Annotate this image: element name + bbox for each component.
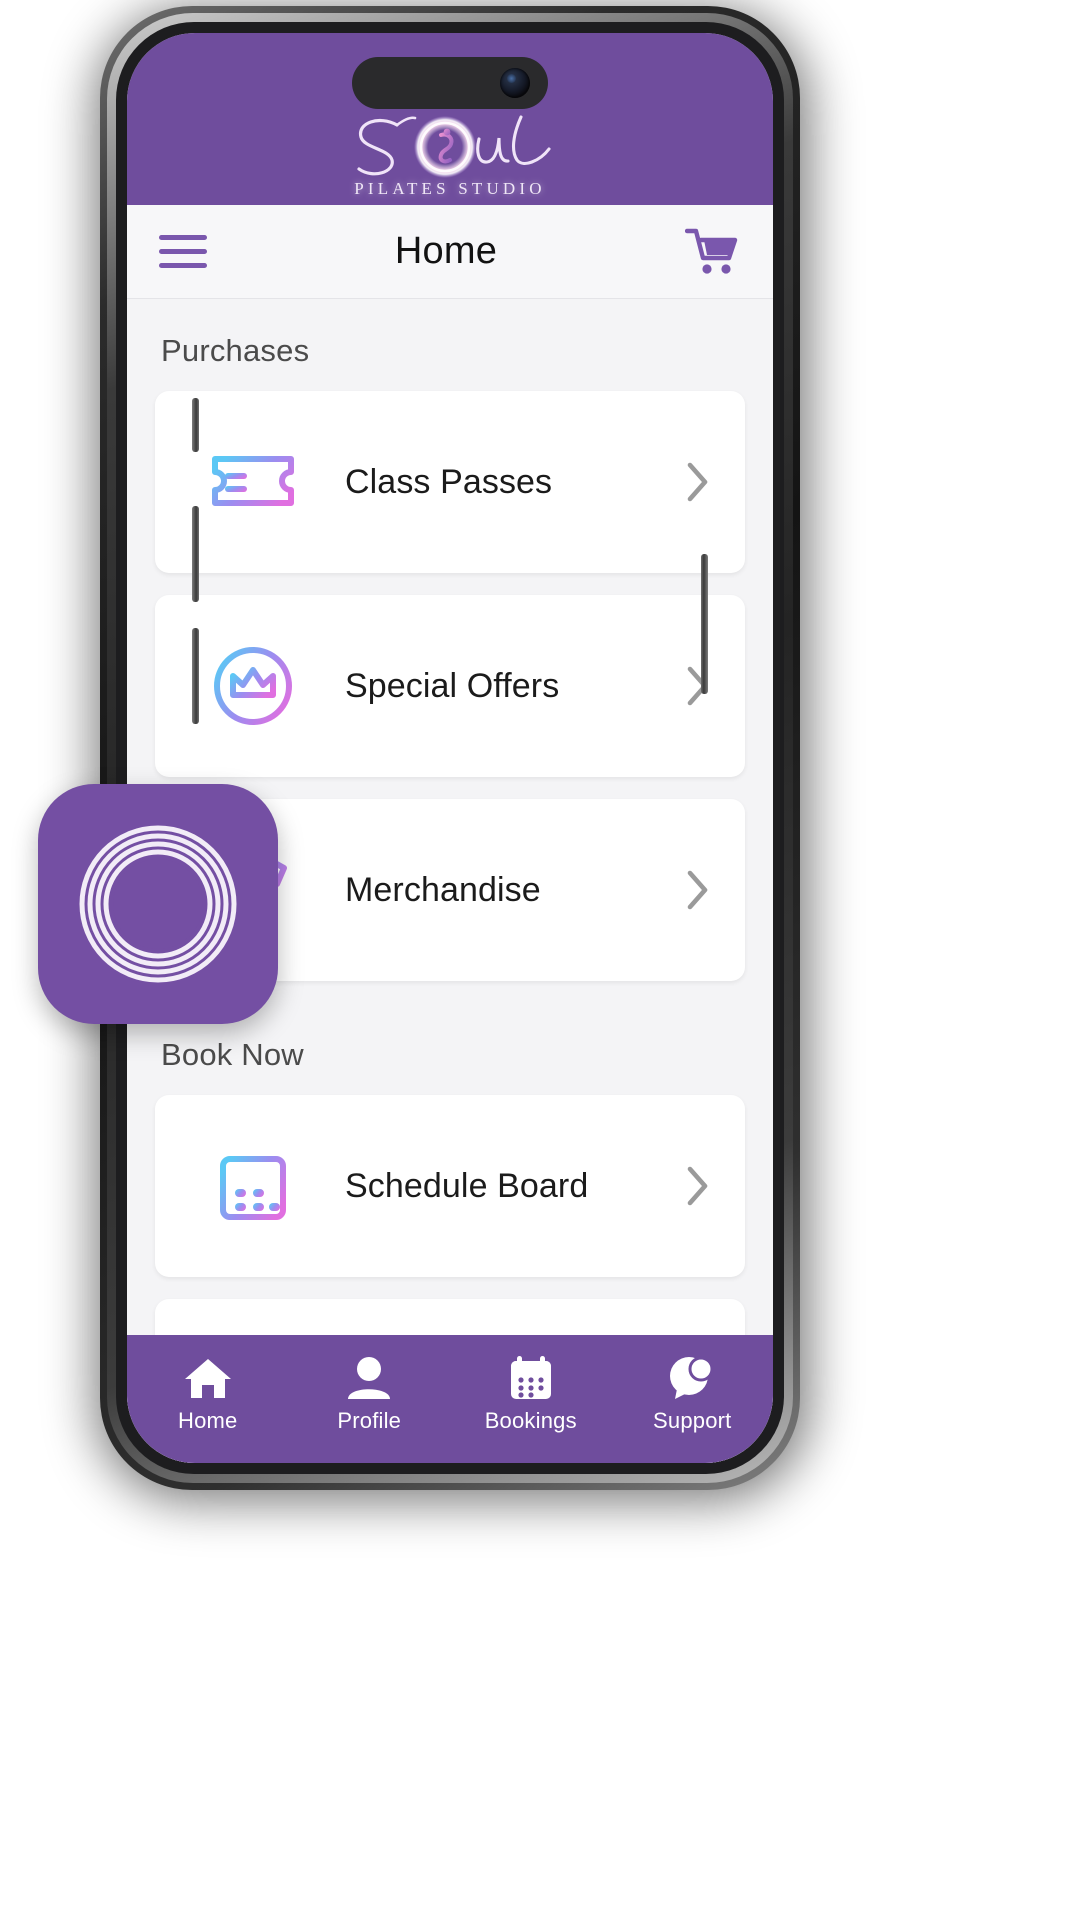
cart-glyph xyxy=(685,228,738,274)
soul-pilates-app-icon[interactable] xyxy=(38,784,278,1024)
phone-screen: PILATES STUDIO Home Purchases Class Pass… xyxy=(127,33,773,1463)
phone-device: PILATES STUDIO Home Purchases Class Pass… xyxy=(100,6,800,1490)
brand-header-band: PILATES STUDIO xyxy=(127,33,773,205)
shopping-cart-icon[interactable] xyxy=(685,227,741,277)
chat-bubbles-icon xyxy=(670,1356,714,1399)
card-schedule-board[interactable]: Schedule Board xyxy=(155,1095,745,1277)
silent-switch[interactable] xyxy=(192,398,199,452)
ticket-glyph xyxy=(212,456,294,506)
chevron-right-icon xyxy=(681,664,715,708)
volume-down-button[interactable] xyxy=(192,628,199,724)
chevron-right-icon xyxy=(681,1164,715,1208)
calendar-icon xyxy=(201,1143,305,1229)
volume-up-button[interactable] xyxy=(192,506,199,602)
nav-item-home[interactable]: Home xyxy=(127,1355,289,1434)
nav-label: Profile xyxy=(337,1407,402,1433)
soul-script-logo-icon xyxy=(357,115,551,178)
app-bar: Home xyxy=(127,205,773,299)
front-camera-icon xyxy=(500,68,530,98)
card-label: Merchandise xyxy=(345,870,541,909)
nav-item-bookings[interactable]: Bookings xyxy=(450,1355,612,1434)
hamburger-line xyxy=(159,235,207,240)
card-special-offers[interactable]: Special Offers xyxy=(155,595,745,777)
screenshot-stage: PILATES STUDIO Home Purchases Class Pass… xyxy=(0,0,1080,1920)
card-label: Special Offers xyxy=(345,666,560,705)
nav-label: Support xyxy=(653,1407,732,1433)
chevron-right-icon xyxy=(681,868,715,912)
dynamic-island xyxy=(352,57,548,109)
calendar-icon xyxy=(510,1355,551,1399)
house-icon xyxy=(184,1358,231,1398)
brand-subtitle: PILATES STUDIO xyxy=(354,179,546,198)
hamburger-menu-icon[interactable] xyxy=(159,235,207,268)
chevron-glyph xyxy=(687,1166,708,1206)
nav-item-support[interactable]: Support xyxy=(612,1355,774,1434)
concentric-rings-icon xyxy=(79,825,237,983)
bottom-navigation: Home Profile Bookings Support xyxy=(127,1335,773,1463)
person-icon xyxy=(348,1356,391,1399)
chevron-glyph xyxy=(687,462,708,502)
hamburger-line xyxy=(159,249,207,254)
hamburger-line xyxy=(159,263,207,268)
device-frame: PILATES STUDIO Home Purchases Class Pass… xyxy=(116,22,784,1474)
page-title: Home xyxy=(394,230,498,272)
section-label-purchases: Purchases xyxy=(161,333,310,368)
crown-circle-icon xyxy=(201,643,305,729)
power-button[interactable] xyxy=(701,554,708,694)
nav-label: Home xyxy=(178,1407,238,1433)
ticket-icon xyxy=(201,449,305,515)
card-label: Class Passes xyxy=(345,462,553,501)
device-bezel-inner: PILATES STUDIO Home Purchases Class Pass… xyxy=(107,13,793,1483)
crown-circle-glyph xyxy=(214,647,292,725)
nav-item-profile[interactable]: Profile xyxy=(289,1355,451,1434)
nav-label: Bookings xyxy=(484,1407,577,1433)
chevron-right-icon xyxy=(681,460,715,504)
calendar-glyph xyxy=(220,1146,286,1220)
card-class-passes[interactable]: Class Passes xyxy=(155,391,745,573)
card-label: Schedule Board xyxy=(345,1166,589,1205)
brand-logo: PILATES STUDIO xyxy=(335,105,565,199)
chevron-glyph xyxy=(687,870,708,910)
